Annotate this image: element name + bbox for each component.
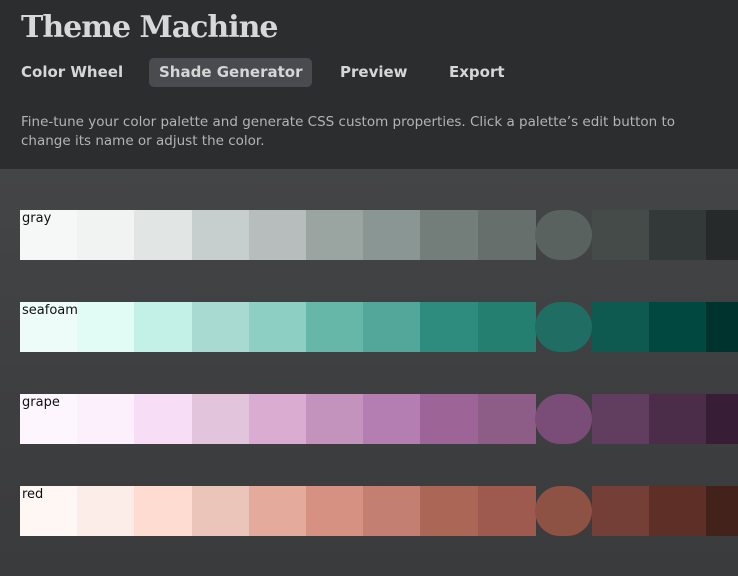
page-description: Fine-tune your color palette and generat… xyxy=(21,114,676,149)
palette-list: gray seafoam grape red xyxy=(0,169,738,576)
palette-row-red: red xyxy=(20,486,738,536)
color-swatch xyxy=(20,394,78,444)
color-swatch xyxy=(249,302,307,352)
color-swatch xyxy=(20,302,78,352)
color-swatch xyxy=(420,302,478,352)
color-swatch xyxy=(77,302,135,352)
color-swatch xyxy=(134,210,192,260)
palette-edit-button[interactable] xyxy=(535,486,592,536)
color-swatch xyxy=(192,486,250,536)
color-swatch xyxy=(249,210,307,260)
color-swatch xyxy=(363,210,421,260)
palette-row-grape: grape xyxy=(20,394,738,444)
color-swatch xyxy=(420,486,478,536)
tab-color-wheel[interactable]: Color Wheel xyxy=(21,58,123,87)
color-swatch xyxy=(592,210,650,260)
color-swatch xyxy=(363,486,421,536)
color-swatch xyxy=(478,302,536,352)
color-swatch xyxy=(77,486,135,536)
color-swatch xyxy=(306,486,364,536)
color-swatch xyxy=(249,394,307,444)
color-swatch xyxy=(478,210,536,260)
color-swatch xyxy=(363,302,421,352)
color-swatch xyxy=(20,210,78,260)
color-swatch xyxy=(649,394,707,444)
color-swatch xyxy=(192,394,250,444)
color-swatch xyxy=(249,486,307,536)
color-swatch xyxy=(192,302,250,352)
color-swatch xyxy=(20,486,78,536)
color-swatch xyxy=(306,210,364,260)
color-swatch xyxy=(649,486,707,536)
palette-edit-button[interactable] xyxy=(535,210,592,260)
color-swatch xyxy=(706,302,738,352)
tab-export[interactable]: Export xyxy=(449,58,505,87)
app-header: Theme Machine Color Wheel Shade Generato… xyxy=(0,0,738,169)
color-swatch xyxy=(134,302,192,352)
color-swatch xyxy=(306,302,364,352)
tab-shade-generator[interactable]: Shade Generator xyxy=(149,58,313,87)
palette-row-seafoam: seafoam xyxy=(20,302,738,352)
color-swatch xyxy=(134,486,192,536)
app-title: Theme Machine xyxy=(21,10,279,45)
color-swatch xyxy=(478,394,536,444)
color-swatch xyxy=(706,486,738,536)
color-swatch xyxy=(592,394,650,444)
color-swatch xyxy=(134,394,192,444)
color-swatch xyxy=(77,210,135,260)
color-swatch xyxy=(706,394,738,444)
color-swatch xyxy=(420,210,478,260)
palette-edit-button[interactable] xyxy=(535,394,592,444)
color-swatch xyxy=(592,486,650,536)
color-swatch xyxy=(649,302,707,352)
color-swatch xyxy=(192,210,250,260)
palette-edit-button[interactable] xyxy=(535,302,592,352)
color-swatch xyxy=(592,302,650,352)
color-swatch xyxy=(420,394,478,444)
color-swatch xyxy=(478,486,536,536)
palette-row-gray: gray xyxy=(20,210,738,260)
tab-preview[interactable]: Preview xyxy=(340,58,408,87)
color-swatch xyxy=(363,394,421,444)
color-swatch xyxy=(77,394,135,444)
color-swatch xyxy=(306,394,364,444)
color-swatch xyxy=(706,210,738,260)
color-swatch xyxy=(649,210,707,260)
